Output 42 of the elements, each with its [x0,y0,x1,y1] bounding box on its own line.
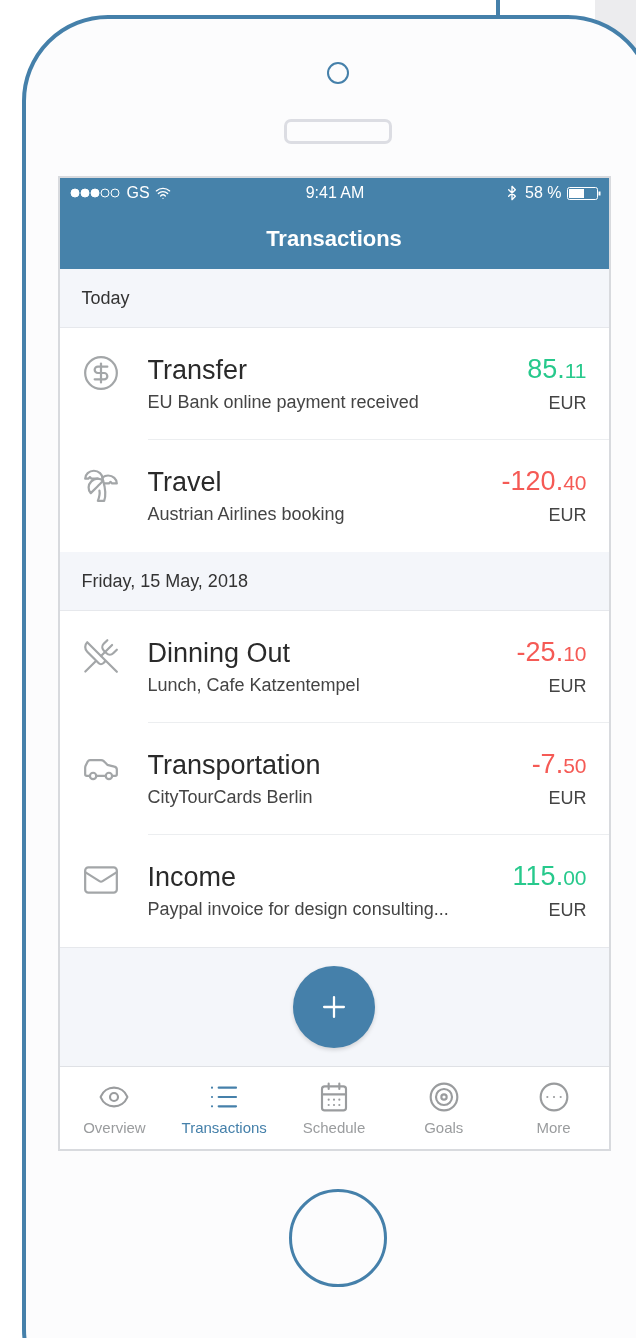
add-button[interactable] [293,966,375,1048]
transaction-note: Paypal invoice for design consulting... [147,899,450,920]
status-time: 9:41 AM [305,184,365,202]
amount-value: 115.00 [512,861,587,892]
calendar-icon [318,1080,350,1113]
amount-value: -120.40 [501,466,587,497]
currency-code: EUR [548,505,587,526]
transaction-row[interactable]: Transportation CityTourCards Berlin -7.50 EUR [59,723,609,835]
dollar-coin-icon [81,354,120,392]
category-title: Dinning Out [147,637,292,669]
currency-code: EUR [548,900,587,921]
transaction-row[interactable]: Travel Austrian Airlines booking -120.40 EUR [59,440,609,552]
signal-dots-icon [69,188,122,198]
screen-title: Transactions [265,224,403,253]
target-icon [427,1080,460,1113]
transaction-row[interactable]: Income Paypal invoice for design consulting... 115.00 EUR [59,835,609,947]
transaction-note: Austrian Airlines booking [147,504,346,525]
battery-percent: 58 % [525,184,562,202]
carrier-name: GS [126,184,150,202]
category-title: Income [147,862,238,893]
date-label: Friday, 15 May, 2018 [81,570,248,592]
category-title: Transfer [147,354,249,386]
currency-code: EUR [548,392,587,414]
battery-icon [566,186,601,200]
more-icon [537,1080,570,1113]
category-title: Travel [147,467,223,498]
camera-circle [327,62,349,84]
amount-value: 85.11 [527,353,587,385]
transaction-row[interactable]: Dinning Out Lunch, Cafe Katzentempel -25.10 EUR [59,611,609,723]
category-title: Transportation [147,749,322,781]
transaction-note: CityTourCards Berlin [147,786,314,808]
wifi-icon [154,185,171,201]
amount-value: -7.50 [531,748,587,780]
date-label: Today [81,287,130,309]
home-button[interactable] [289,1189,387,1287]
fork-knife-icon [81,637,120,675]
transaction-row[interactable]: Transfer EU Bank online payment received 85.11 EUR [59,328,609,440]
currency-code: EUR [548,787,587,809]
amount-value: -25.10 [516,636,587,668]
transaction-note: EU Bank online payment received [147,391,420,413]
transaction-note: Lunch, Cafe Katzentempel [147,674,361,696]
currency-code: EUR [548,675,587,697]
